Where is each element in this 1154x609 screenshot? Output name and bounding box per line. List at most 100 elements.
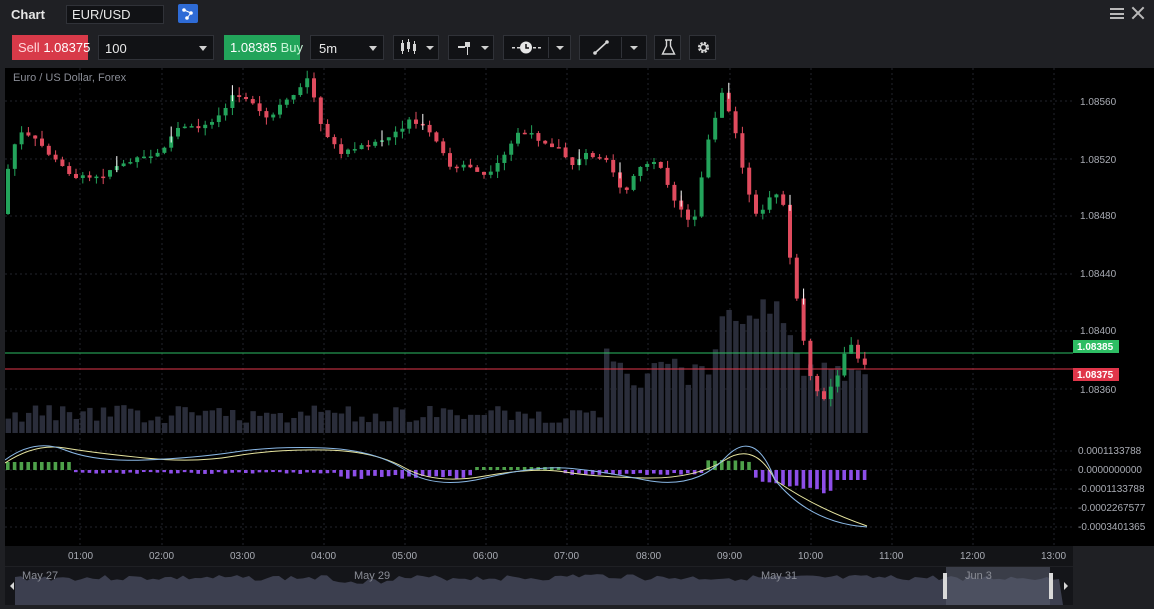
candle-body: [658, 161, 663, 168]
volume-bar: [862, 374, 868, 433]
macd-histogram-bar: [148, 470, 153, 473]
volume-bar: [60, 406, 66, 433]
order-marker-button[interactable]: [448, 35, 494, 60]
candle-body: [788, 204, 792, 258]
volume-bar: [332, 412, 338, 433]
volume-bar: [427, 406, 433, 433]
volume-bar: [386, 421, 392, 433]
macd-histogram-bar: [862, 470, 867, 480]
macd-histogram-bar: [366, 470, 370, 476]
macd-histogram-bar: [26, 462, 30, 470]
candle-body: [108, 170, 112, 177]
candle-body: [182, 126, 187, 129]
macd-histogram-bar: [135, 470, 139, 474]
candle-body: [454, 166, 459, 169]
volume-bar: [12, 412, 18, 433]
candle-body: [597, 157, 602, 159]
link-group-icon[interactable]: [178, 4, 198, 23]
candle-body: [441, 141, 446, 154]
hamburger-menu-icon[interactable]: [1110, 8, 1124, 19]
candle-body: [781, 194, 786, 205]
clock-line-button[interactable]: [503, 35, 571, 60]
drawing-line-icon: [593, 37, 638, 58]
macd-histogram-bar: [502, 467, 506, 470]
volume-bar: [359, 416, 365, 433]
timeframe-value: 5m: [319, 41, 338, 56]
symbol-input[interactable]: [66, 5, 164, 24]
macd-histogram-bar: [291, 470, 296, 473]
price-axis[interactable]: 1.08560 1.08520 1.08480 1.08440 1.08400 …: [1073, 68, 1154, 546]
candle-body: [624, 187, 629, 190]
navigator-left-handle[interactable]: [943, 573, 947, 599]
volume-bar: [284, 422, 290, 433]
macd-histogram-bar: [577, 470, 581, 474]
volume-bar: [400, 409, 406, 433]
volume-bar: [665, 363, 671, 433]
candle-body: [556, 147, 561, 149]
price-tick: 1.08480: [1080, 211, 1117, 222]
instrument-label: Euro / US Dollar, Forex: [13, 72, 127, 84]
candle-body: [414, 119, 418, 124]
buy-button[interactable]: 1.08385 Buy: [224, 35, 303, 60]
candle-body: [12, 144, 17, 169]
time-navigator[interactable]: May 27 May 29 May 31 Jun 3: [5, 567, 1073, 605]
volume-bar: [848, 369, 855, 433]
navigator-right-handle[interactable]: [1049, 573, 1053, 599]
candle-body: [611, 159, 616, 173]
time-tick: 03:00: [230, 551, 255, 562]
candle-body: [148, 156, 153, 158]
macd-histogram-bar: [46, 462, 51, 470]
volume-bar: [638, 387, 644, 433]
navigator-window[interactable]: [946, 567, 1050, 605]
candle-body: [488, 171, 493, 175]
candle-body: [101, 176, 106, 179]
scroll-right-icon[interactable]: [1064, 582, 1068, 590]
candle-body: [638, 166, 643, 176]
macd-histogram-bar: [318, 470, 323, 474]
sell-button[interactable]: Sell 1.08375: [12, 35, 90, 60]
volume-bar: [175, 406, 181, 433]
quantity-select[interactable]: 100: [98, 35, 214, 60]
scroll-left-icon[interactable]: [10, 582, 14, 590]
navigator-date: May 27: [22, 570, 58, 582]
candle-body: [808, 340, 813, 376]
candle-body: [339, 144, 344, 154]
candle-body: [631, 175, 636, 190]
macd-histogram-bar: [250, 470, 255, 474]
candle-body: [652, 161, 656, 165]
volume-bar: [617, 362, 623, 433]
volume-bar: [563, 418, 569, 433]
time-axis[interactable]: 01:00 02:00 03:00 04:00 05:00 06:00 07:0…: [5, 546, 1073, 566]
settings-button[interactable]: [689, 35, 716, 60]
chevron-down-icon: [369, 46, 377, 51]
macd-histogram-bar: [434, 470, 438, 477]
volume-bar: [522, 413, 528, 433]
macd-histogram-bar: [19, 462, 24, 470]
drawing-tool-button[interactable]: [579, 35, 647, 60]
indicators-button[interactable]: [654, 35, 681, 60]
time-tick: 06:00: [473, 551, 498, 562]
candle-body: [706, 139, 711, 178]
candle-body: [176, 127, 180, 137]
candle-body: [699, 177, 704, 217]
candle-body: [135, 157, 140, 163]
candle-body: [223, 107, 228, 116]
volume-bar: [318, 411, 324, 433]
chart-type-button[interactable]: [393, 35, 439, 60]
candle-body: [291, 95, 296, 100]
candle-body: [162, 147, 167, 153]
price-chart[interactable]: Euro / US Dollar, Forex: [4, 68, 1073, 546]
macd-histogram-bar: [6, 462, 10, 470]
macd-histogram-bar: [305, 470, 309, 473]
candle-body: [264, 111, 269, 118]
volume-bar: [767, 313, 773, 433]
timeframe-select[interactable]: 5m: [310, 35, 384, 60]
signal-line: [4, 446, 868, 527]
candle-body: [522, 132, 527, 135]
candle-body: [196, 126, 201, 129]
candle-body: [767, 197, 772, 210]
close-icon[interactable]: [1131, 6, 1145, 20]
candle-body: [645, 164, 650, 167]
volume-bar: [434, 417, 440, 433]
chart-canvas[interactable]: Euro / US Dollar, Forex: [4, 68, 1073, 546]
